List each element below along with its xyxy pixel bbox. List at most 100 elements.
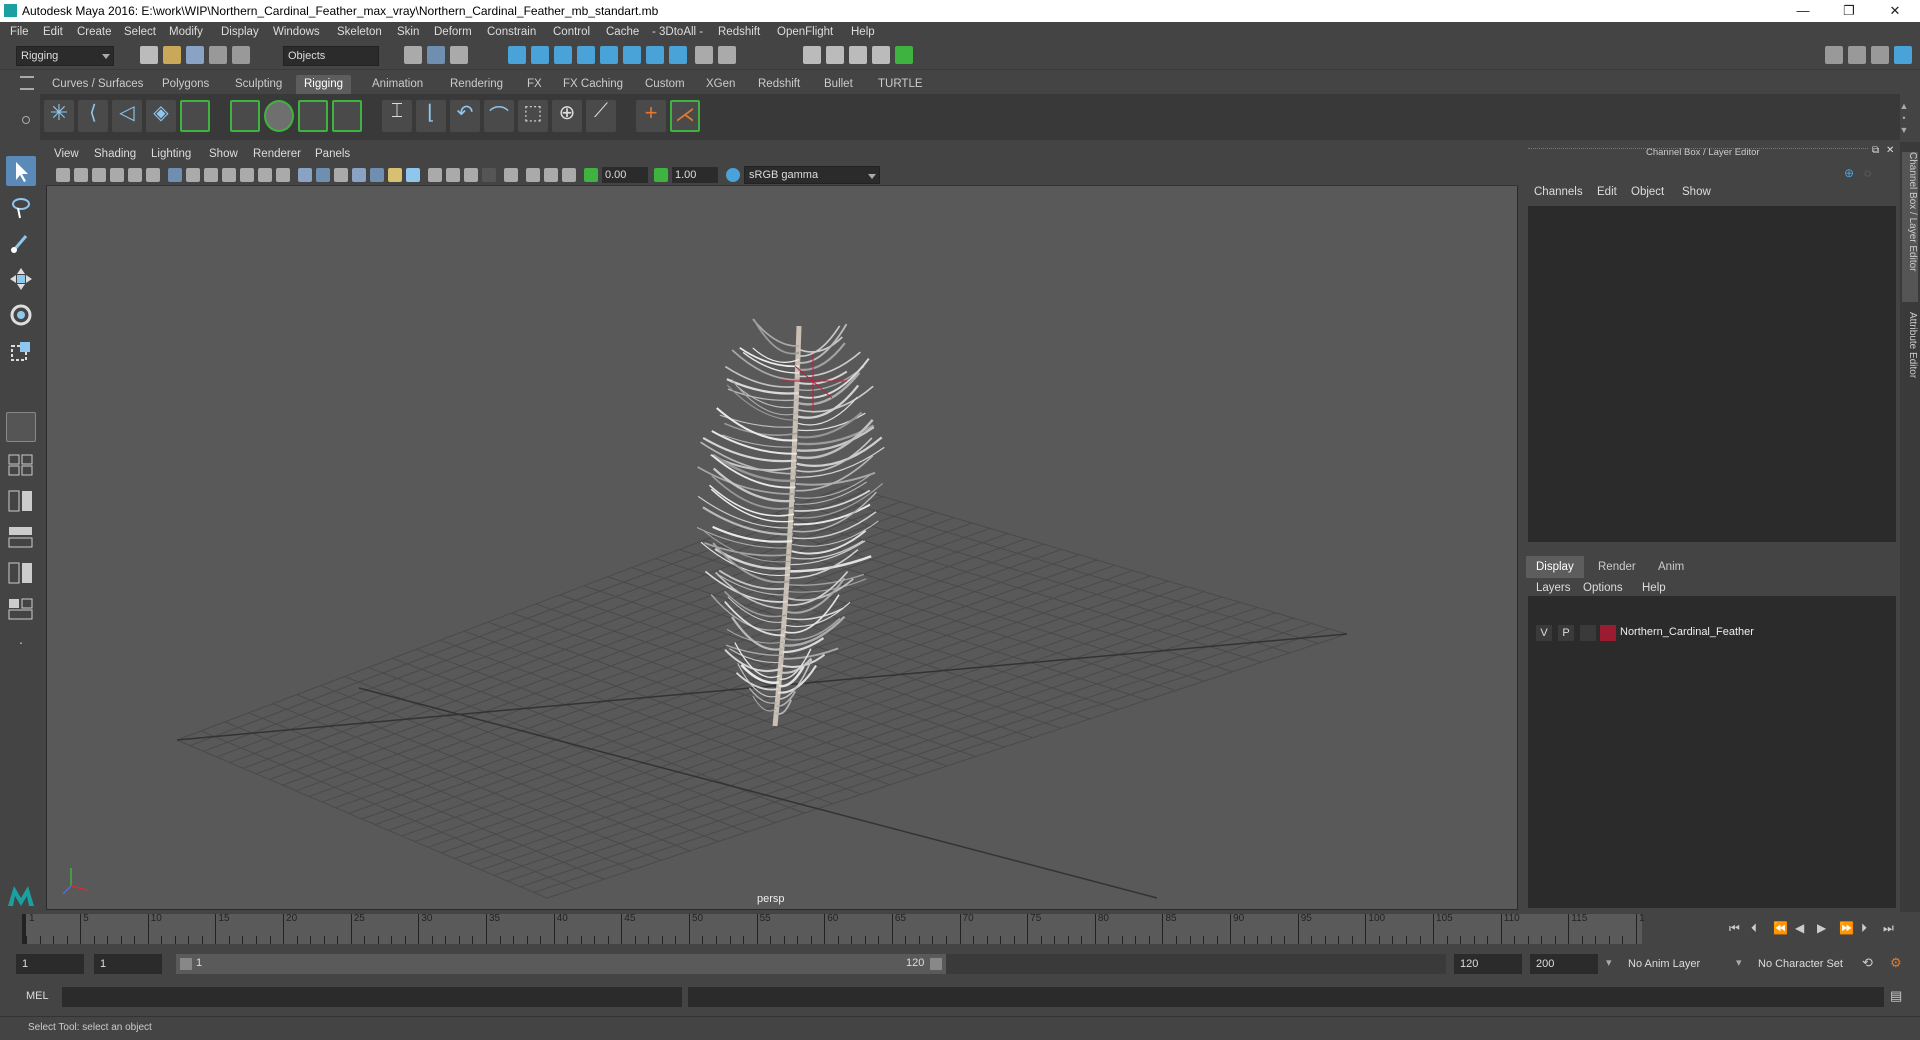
layout-outliner-icon[interactable] [6,524,36,550]
panel-menu-renderer[interactable]: Renderer [253,148,301,160]
snap-view-plane-icon[interactable] [577,46,595,64]
color-management-icon[interactable] [726,168,740,182]
menu-skeleton[interactable]: Skeleton [337,26,382,38]
layers-menu[interactable]: Layers [1536,582,1571,594]
current-time-indicator[interactable] [22,914,26,944]
attribute-editor-toggle-icon[interactable] [1848,46,1866,64]
layer-playback-toggle[interactable]: P [1558,625,1574,641]
save-scene-icon[interactable] [186,46,204,64]
depth-of-field-icon[interactable] [482,168,496,182]
field-chart-icon[interactable] [240,168,254,182]
go-to-start-icon[interactable]: ⏮ [1729,921,1741,935]
shelf-tab-animation[interactable]: Animation [364,75,431,94]
show-menu[interactable]: Show [1682,186,1711,198]
menu-select[interactable]: Select [124,26,156,38]
image-plane-icon[interactable] [110,168,124,182]
menu-file[interactable]: File [10,26,29,38]
joint-tool-icon[interactable]: ✳ [44,100,74,132]
script-editor-icon[interactable]: ▤ [1890,988,1902,1004]
panel-menu-view[interactable]: View [54,148,79,160]
end-time-field[interactable]: 200 [1530,954,1598,974]
layer-visibility-toggle[interactable]: V [1536,625,1552,641]
cluster-icon[interactable] [332,100,362,132]
object-menu[interactable]: Object [1631,186,1664,198]
menu-openflight[interactable]: OpenFlight [777,26,833,38]
two-d-pan-zoom-icon[interactable] [128,168,142,182]
menu-deform[interactable]: Deform [434,26,472,38]
shelf-tab-fx[interactable]: FX [519,75,550,94]
feather-model[interactable] [696,318,885,727]
channel-box-toggle-icon[interactable] [1894,46,1912,64]
play-backwards-icon[interactable]: ◀ [1795,921,1807,935]
go-to-end-icon[interactable]: ⏭ [1883,921,1895,935]
selection-mode-dropdown[interactable]: Objects [283,46,379,66]
hik-icon[interactable]: ⋌ [670,100,700,132]
character-set-chevron-icon[interactable]: ▾ [1736,956,1742,969]
render-view-icon[interactable] [803,46,821,64]
layout-two-pane-icon[interactable] [6,488,36,514]
layer-name[interactable]: Northern_Cardinal_Feather [1620,626,1754,638]
orient-constraint-icon[interactable]: ↶ [450,100,480,132]
layout-graph-icon[interactable] [6,560,36,586]
modeling-toolkit-icon[interactable] [1825,46,1843,64]
scale-tool-icon[interactable] [6,336,36,366]
help-menu[interactable]: Help [1642,582,1666,594]
orient-joint-icon[interactable]: ◈ [146,100,176,132]
move-tool-icon[interactable] [6,264,36,294]
channels-menu[interactable]: Channels [1534,186,1583,198]
select-object-icon[interactable] [427,46,445,64]
step-forward-key-icon[interactable]: ⏩ [1839,921,1854,935]
screen-space-ao-icon[interactable] [428,168,442,182]
tool-settings-toggle-icon[interactable] [1871,46,1889,64]
exposure-toggle-icon[interactable] [584,168,598,182]
shelf-menu-icon[interactable] [20,76,34,90]
scale-constraint-icon[interactable]: ⌒ [484,100,514,132]
history-icon[interactable] [718,46,736,64]
parent-constraint-icon[interactable]: ⬚ [518,100,548,132]
playback-start-field[interactable]: 1 [94,954,162,974]
snap-grid-icon[interactable] [508,46,526,64]
menu-edit[interactable]: Edit [43,26,63,38]
menu-skin[interactable]: Skin [397,26,419,38]
film-gate-icon[interactable] [186,168,200,182]
shelf-tab-bullet[interactable]: Bullet [816,75,861,94]
layout-more-icon[interactable]: · [6,634,36,654]
character-set-dropdown[interactable]: No Character Set [1752,954,1868,974]
command-input[interactable] [62,987,682,1007]
close-panel-icon[interactable]: ✕ [1886,145,1894,156]
animation-prefs-icon[interactable]: ⚙ [1890,955,1902,971]
layer-color-swatch[interactable] [1600,625,1616,641]
time-ruler[interactable]: 1 5 10 15 20 25 30 35 40 45 50 55 60 65 70 75 80 85 90 95 10… [22,913,1656,944]
smooth-shade-icon[interactable] [316,168,330,182]
lock-icon[interactable] [695,46,713,64]
shelf-scroll-icon[interactable]: ▲ • ▼ [1898,100,1910,136]
step-back-key-icon[interactable]: ⏪ [1773,921,1788,935]
manipulator-icon[interactable]: ⊕ [1844,166,1854,180]
select-component-icon[interactable] [450,46,468,64]
open-scene-icon[interactable] [163,46,181,64]
shelf-tab-polygons[interactable]: Polygons [154,75,217,94]
mirror-joint-icon[interactable]: ◁ [112,100,142,132]
shadows-icon[interactable] [406,168,420,182]
camera-attributes-icon[interactable] [74,168,88,182]
ik-handle-icon[interactable] [180,100,210,132]
maya-home-icon[interactable] [6,880,36,910]
gamma-toggle-icon[interactable] [654,168,668,182]
time-slider[interactable]: 1 5 10 15 20 25 30 35 40 45 50 55 60 65 70 75 80 85 90 95 10… [22,913,1656,944]
panel-menu-shading[interactable]: Shading [94,148,136,160]
resolution-gate-icon[interactable] [204,168,218,182]
close-button[interactable]: ✕ [1872,0,1918,22]
safe-action-icon[interactable] [258,168,272,182]
exposure-field[interactable]: 0.00 [602,167,648,183]
options-menu[interactable]: Options [1583,582,1623,594]
xray-joints-icon[interactable] [544,168,558,182]
undo-icon[interactable] [209,46,227,64]
lattice-icon[interactable] [298,100,328,132]
color-space-dropdown[interactable]: sRGB gamma [744,166,880,184]
edit-menu[interactable]: Edit [1597,186,1617,198]
select-tool-icon[interactable] [6,156,36,186]
step-back-frame-icon[interactable]: ⏴ [1751,921,1763,935]
layout-persp-outliner-icon[interactable] [6,596,36,622]
restore-button[interactable]: ❐ [1826,0,1872,22]
anim-layer-dropdown[interactable]: No Anim Layer [1622,954,1736,974]
